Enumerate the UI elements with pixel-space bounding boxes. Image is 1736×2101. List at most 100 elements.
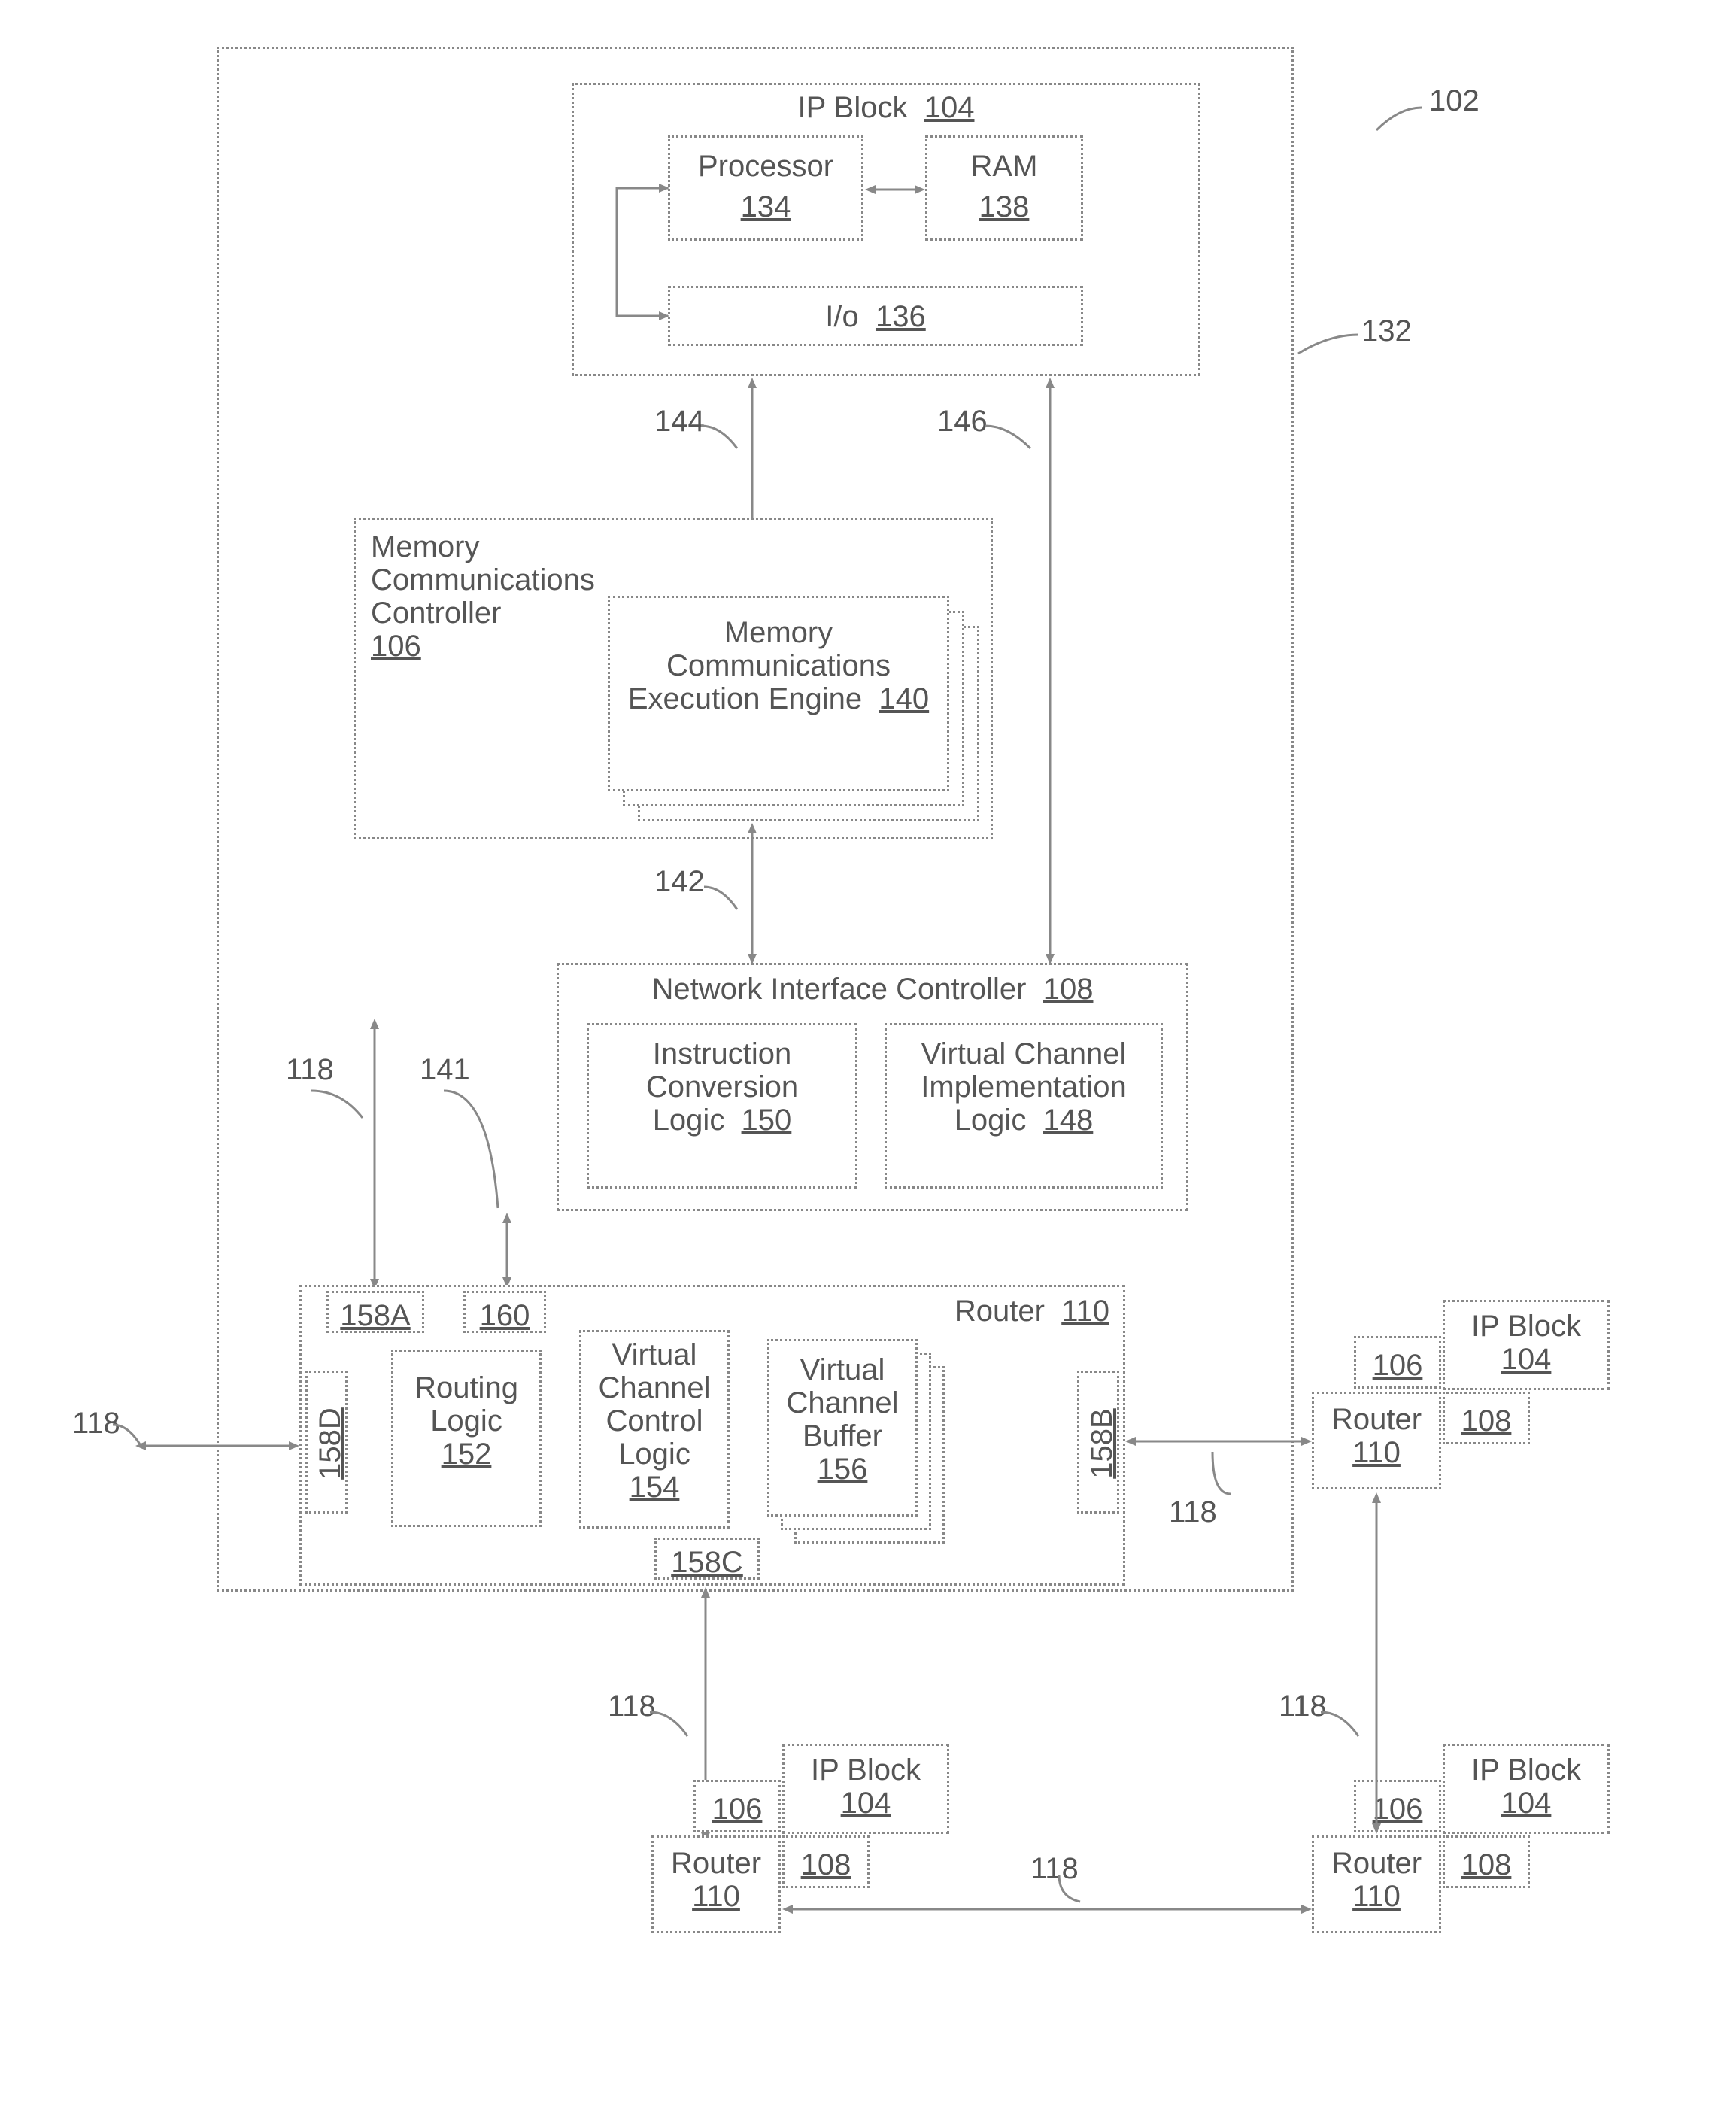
vcb-t1: Virtual [800,1353,885,1386]
mcc-title: Memory Communications Controller 106 [371,530,642,663]
ref-118-down: 118 [608,1690,656,1723]
vccl-t3: Control [606,1404,703,1438]
vccl-t4: Logic [618,1438,690,1471]
rl-t2: Logic [430,1404,502,1438]
callout-118-trbr [1321,1709,1361,1739]
callout-118-down [650,1709,690,1739]
ext-106-tr: 106 [1354,1336,1441,1389]
port-158b-num: 158B [1085,1376,1118,1511]
ext-108-tr: 108 [1443,1392,1530,1444]
nic-num: 108 [1043,973,1094,1006]
vcb-num: 156 [818,1453,868,1486]
rl-label: Routing Logic 152 [393,1371,539,1471]
nic-text: Network Interface Controller [652,973,1027,1006]
callout-118-left [113,1425,143,1447]
arrow-142 [746,823,758,964]
ext-ipblock-bl-title: IP Block 104 [785,1753,947,1820]
callout-102 [1376,104,1422,134]
arrow-118-right [1125,1435,1312,1447]
ext-router-bl: Router 110 [651,1835,781,1933]
ip-block-num: 104 [924,91,975,124]
vccl: Virtual Channel Control Logic 154 [579,1330,730,1529]
vcb-label: Virtual Channel Buffer 156 [769,1353,915,1486]
callout-118-top [311,1088,357,1121]
ext-ipblock-tr: IP Block 104 [1443,1300,1610,1390]
ebr-ip-n: 104 [1501,1787,1552,1820]
ext-108-bl: 108 [782,1835,870,1888]
arrow-118-top [369,1019,381,1289]
ext-106-tr-num: 106 [1356,1349,1439,1382]
vccl-t2: Channel [598,1371,710,1404]
ram-label: RAM [927,150,1081,183]
ref-146: 146 [937,405,988,438]
ext-106-br: 106 [1354,1780,1441,1832]
icl-num: 150 [742,1104,792,1137]
mce-t1: Memory [724,616,833,649]
callout-118-right [1212,1452,1243,1494]
nic-title: Network Interface Controller 108 [559,973,1186,1006]
mcc-t1: Memory [371,530,479,563]
ram: RAM 138 [925,135,1083,241]
ext-router-tr-title: Router 110 [1314,1403,1439,1469]
ref-118-right: 118 [1169,1495,1217,1529]
mcc-t3: Controller [371,597,501,630]
routing-logic: Routing Logic 152 [391,1350,542,1527]
ext-router-br-title: Router 110 [1314,1847,1439,1913]
mcc-engine-title: Memory Communications Execution Engine 1… [610,616,947,715]
ref-102: 102 [1429,84,1480,117]
vcb: Virtual Channel Buffer 156 [767,1339,918,1517]
ext-ipblock-bl: IP Block 104 [782,1744,949,1834]
ref-118-top: 118 [286,1053,334,1086]
ebl-ip-n: 104 [841,1787,891,1820]
processor-label: Processor [670,150,861,183]
instruction-conversion-logic: Instruction Conversion Logic 150 [587,1023,857,1189]
ext-108-br: 108 [1443,1835,1530,1888]
port-158c-num: 158C [657,1546,757,1579]
port-158a: 158A [326,1291,424,1333]
processor-num: 134 [670,190,861,223]
vccl-label: Virtual Channel Control Logic 154 [581,1338,727,1504]
arrow-146 [1044,378,1056,964]
ext-ipblock-tr-title: IP Block 104 [1445,1310,1607,1376]
port-158d: 158D [305,1371,348,1514]
mcc-engine: Memory Communications Execution Engine 1… [608,596,949,791]
ext-router-br: Router 110 [1312,1835,1441,1933]
ext-ip-n: 104 [1501,1343,1552,1376]
mce-num: 140 [879,682,929,715]
ext-106-bl: 106 [693,1780,781,1832]
ref-118-trbr: 118 [1279,1690,1327,1723]
mcc-t2: Communications [371,563,595,597]
vci-t1: Virtual Channel [921,1037,1127,1070]
port-158b: 158B [1077,1371,1119,1514]
arrow-118-bottom [782,1903,1312,1915]
router-num: 110 [1061,1295,1109,1328]
io: I/o 136 [668,286,1083,346]
ebl-r-t: Router [671,1847,761,1880]
ext-106-bl-num: 106 [696,1793,778,1826]
port-158a-num: 158A [329,1299,422,1332]
port-160-num: 160 [466,1299,544,1332]
ebr-ip-t: IP Block [1471,1753,1581,1787]
ext-r-t: Router [1331,1403,1422,1436]
callout-144 [701,423,740,451]
vcb-t2: Channel [786,1386,898,1419]
vci-t2: Implementation [921,1070,1126,1104]
icl-t1: Instruction [653,1037,792,1070]
callout-141 [444,1088,489,1208]
mcc-num: 106 [371,630,421,663]
vcb-t3: Buffer [803,1419,882,1453]
ref-141: 141 [420,1053,470,1086]
callout-118-bottom [1053,1875,1083,1905]
ref-142: 142 [654,865,705,898]
callout-146 [985,423,1035,451]
ext-r-n: 110 [1352,1436,1401,1469]
io-num: 136 [876,300,926,333]
rl-t1: Routing [414,1371,518,1404]
mce-t3: Execution Engine [628,682,862,715]
rl-num: 152 [442,1438,492,1471]
ext-108-tr-num: 108 [1445,1404,1528,1438]
ext-106-br-num: 106 [1356,1793,1439,1826]
icl-t3: Logic [653,1104,725,1137]
ip-block-label: IP Block [798,91,908,124]
vci-num: 148 [1043,1104,1094,1137]
